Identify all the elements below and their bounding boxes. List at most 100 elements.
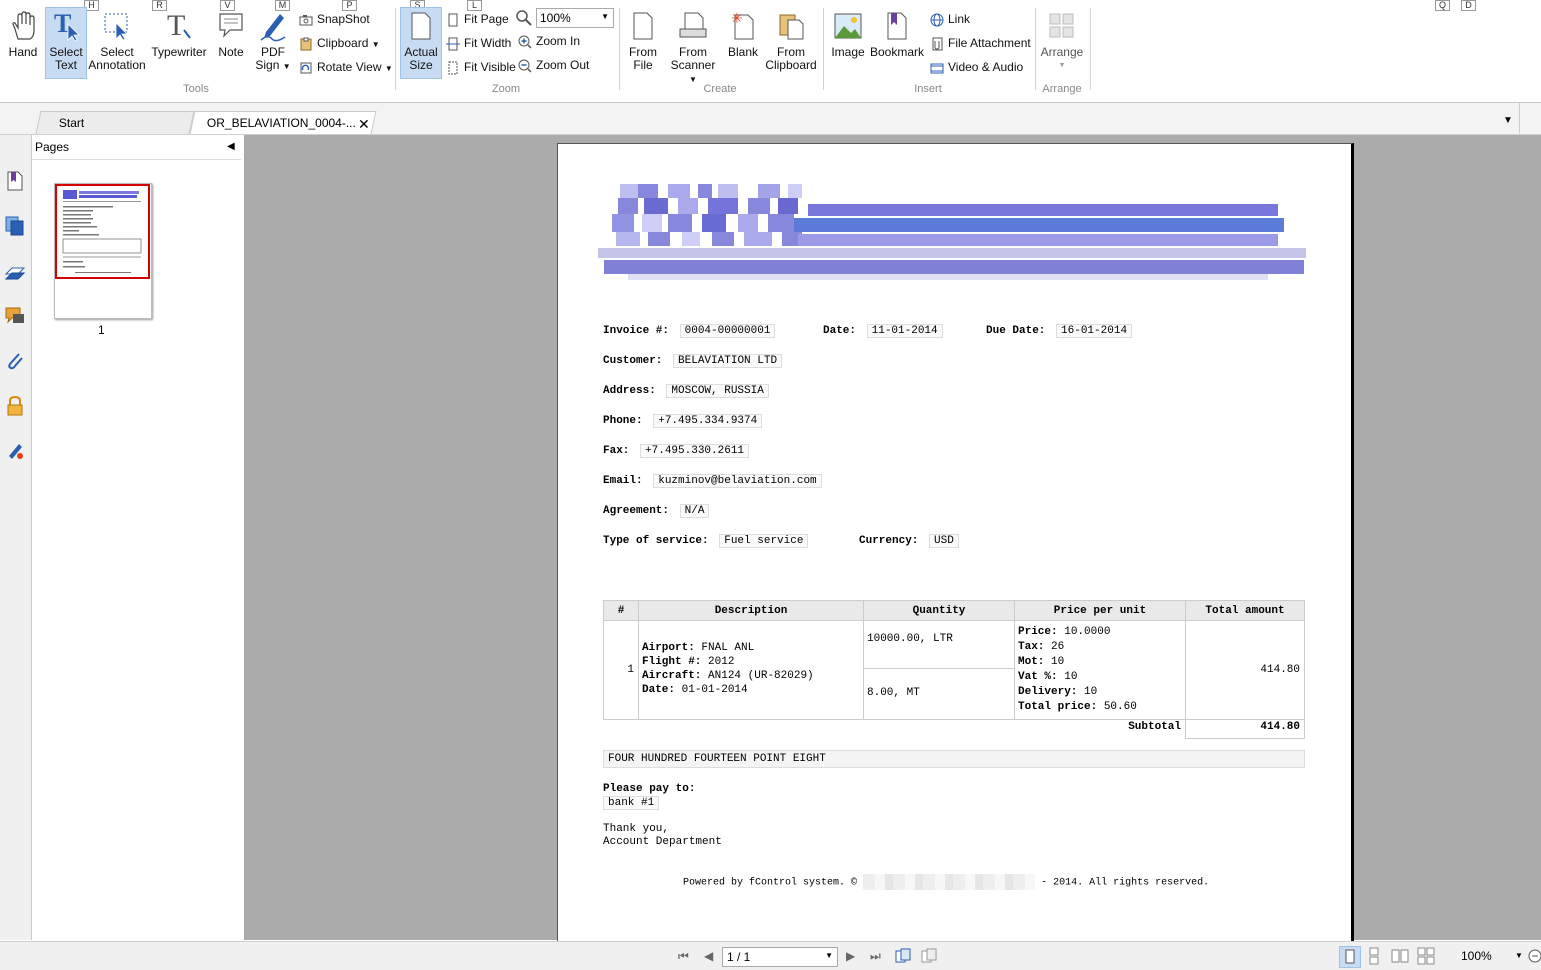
tab-start[interactable]: Start bbox=[35, 111, 195, 134]
continuous-view-icon[interactable] bbox=[1365, 947, 1383, 965]
lock-security-icon[interactable] bbox=[4, 395, 26, 417]
fit-visible-icon bbox=[446, 61, 460, 75]
panel-toggle-icon[interactable] bbox=[1519, 103, 1541, 133]
tab-list-chevron-down-icon[interactable]: ▼ bbox=[1503, 115, 1513, 126]
attachments-panel-icon[interactable] bbox=[4, 350, 26, 372]
zoom-chevron-down-icon[interactable]: ▼ bbox=[1515, 951, 1523, 960]
video-audio-button[interactable]: Video & Audio bbox=[930, 58, 1023, 76]
note-label: Note bbox=[218, 45, 244, 59]
line-description: Airport: FNAL ANL Flight #: 2012 Aircraf… bbox=[638, 620, 864, 720]
footer-right-text: - 2014. All rights reserved. bbox=[1041, 877, 1210, 889]
currency-row: Currency: USD bbox=[859, 534, 959, 548]
close-tab-icon[interactable]: ✕ bbox=[358, 116, 370, 133]
next-view-icon[interactable] bbox=[921, 948, 937, 964]
pdf-page: Invoice #: 0004-00000001 Date: 11-01-201… bbox=[557, 143, 1354, 941]
select-annotation-button[interactable]: Select Annotation bbox=[88, 10, 146, 72]
select-annotation-icon bbox=[102, 10, 132, 42]
page-number-input[interactable]: 1 / 1 ▼ bbox=[722, 947, 838, 967]
collapse-panel-icon[interactable]: ◀ bbox=[227, 141, 235, 152]
file-icon bbox=[628, 10, 658, 42]
clipboard-icon bbox=[299, 37, 313, 51]
pay-to-value: bank #1 bbox=[603, 796, 660, 810]
zoom-out-circle-icon[interactable] bbox=[1527, 948, 1541, 964]
signature-panel-icon[interactable] bbox=[4, 440, 26, 462]
globe-link-icon bbox=[930, 13, 944, 27]
address-label: Address: bbox=[603, 385, 656, 397]
pdf-sign-button[interactable]: PDF Sign ▼ bbox=[254, 10, 292, 73]
film-icon bbox=[930, 61, 944, 75]
subtotal-value: 414.80 bbox=[1185, 719, 1305, 739]
link-button[interactable]: Link bbox=[930, 10, 970, 28]
navigation-icon-strip bbox=[0, 135, 32, 940]
pages-panel: Pages ◀ 1 bbox=[32, 135, 243, 940]
from-scanner-button[interactable]: From Scanner ▼ bbox=[666, 10, 720, 86]
single-page-view-icon[interactable] bbox=[1339, 946, 1361, 968]
file-attachment-button[interactable]: File Attachment bbox=[930, 34, 1031, 52]
page-thumbnail[interactable] bbox=[54, 183, 152, 319]
fax-row: Fax: +7.495.330.2611 bbox=[603, 444, 750, 458]
from-clipboard-button[interactable]: From Clipboard bbox=[764, 10, 818, 72]
zoom-out-button[interactable]: Zoom Out bbox=[518, 56, 589, 74]
group-separator bbox=[1090, 8, 1091, 90]
from-file-button[interactable]: From File bbox=[624, 10, 662, 72]
actual-size-button[interactable]: Actual Size bbox=[400, 7, 442, 79]
group-separator bbox=[1035, 8, 1036, 90]
fax-label: Fax: bbox=[603, 445, 630, 457]
footer-copyright: Powered by fControl system. © - 2014. Al… bbox=[683, 874, 1209, 890]
currency-label: Currency: bbox=[859, 535, 919, 547]
rotate-icon bbox=[299, 61, 313, 75]
clipboard-button[interactable]: Clipboard ▼ bbox=[299, 34, 380, 52]
previous-view-icon[interactable] bbox=[895, 948, 911, 964]
actual-size-icon bbox=[406, 10, 436, 42]
rotate-view-button[interactable]: Rotate View ▼ bbox=[299, 58, 393, 76]
pay-to-label: Please pay to: bbox=[603, 783, 696, 795]
from-scanner-label-2: Scanner ▼ bbox=[670, 58, 716, 85]
previous-page-icon[interactable]: ◀ bbox=[704, 949, 713, 963]
snapshot-button[interactable]: SnapShot bbox=[299, 10, 370, 28]
amount-in-words: FOUR HUNDRED FOURTEEN POINT EIGHT bbox=[603, 750, 1305, 768]
next-page-icon[interactable]: ▶ bbox=[846, 949, 855, 963]
bookmarks-panel-icon[interactable] bbox=[4, 170, 26, 192]
pdf-sign-label-2: Sign ▼ bbox=[255, 58, 291, 72]
service-type-row: Type of service: Fuel service bbox=[603, 534, 809, 548]
create-group-label: Create bbox=[703, 83, 737, 95]
select-text-button[interactable]: T Select Text bbox=[45, 7, 87, 79]
last-page-icon[interactable]: ⏭ bbox=[870, 949, 881, 964]
document-tab-bar: Start OR_BELAVIATION_0004-... ✕ ▼ bbox=[0, 103, 1541, 135]
blank-button[interactable]: ✳ Blank bbox=[724, 10, 762, 59]
page-number-value: 1 / 1 bbox=[727, 950, 751, 964]
fit-page-button[interactable]: Fit Page bbox=[446, 10, 509, 28]
tab-document[interactable]: OR_BELAVIATION_0004-... bbox=[189, 111, 377, 134]
continuous-facing-view-icon[interactable] bbox=[1417, 947, 1435, 965]
scanner-icon bbox=[678, 10, 708, 42]
hand-tool-button[interactable]: Hand bbox=[4, 10, 42, 59]
keytip: Q bbox=[1435, 0, 1450, 11]
first-page-icon[interactable]: ⏮ bbox=[678, 949, 689, 964]
layers-panel-icon[interactable] bbox=[4, 260, 26, 282]
paperclip-icon bbox=[930, 37, 944, 51]
zoom-level-text[interactable]: 100% bbox=[1461, 949, 1492, 963]
fit-width-button[interactable]: Fit Width bbox=[446, 34, 511, 52]
customer-label: Customer: bbox=[603, 355, 663, 367]
tab-document-label: OR_BELAVIATION_0004-... bbox=[206, 116, 356, 130]
arrange-group-label: Arrange bbox=[1042, 83, 1082, 95]
chevron-down-icon: ▼ bbox=[282, 62, 291, 71]
typewriter-button[interactable]: T Typewriter bbox=[150, 10, 208, 59]
bookmark-button[interactable]: Bookmark bbox=[870, 10, 924, 59]
invoice-date-value: 11-01-2014 bbox=[866, 324, 943, 338]
service-type-label: Type of service: bbox=[603, 535, 709, 547]
zoom-in-button[interactable]: Zoom In bbox=[518, 32, 580, 50]
zoom-select[interactable]: 100% ▼ bbox=[536, 8, 614, 28]
phone-label: Phone: bbox=[603, 415, 643, 427]
pages-panel-icon[interactable] bbox=[4, 215, 26, 237]
arrange-button[interactable]: Arrange ▼ bbox=[1040, 10, 1084, 72]
note-button[interactable]: Note bbox=[212, 10, 250, 59]
agreement-label: Agreement: bbox=[603, 505, 670, 517]
invoice-number-row: Invoice #: 0004-00000001 bbox=[603, 324, 776, 338]
tab-start-label: Start bbox=[58, 116, 85, 130]
facing-view-icon[interactable] bbox=[1391, 947, 1409, 965]
camera-icon bbox=[299, 13, 313, 27]
comments-panel-icon[interactable] bbox=[4, 305, 26, 327]
fit-visible-button[interactable]: Fit Visible bbox=[446, 58, 516, 76]
image-button[interactable]: Image bbox=[828, 10, 868, 59]
